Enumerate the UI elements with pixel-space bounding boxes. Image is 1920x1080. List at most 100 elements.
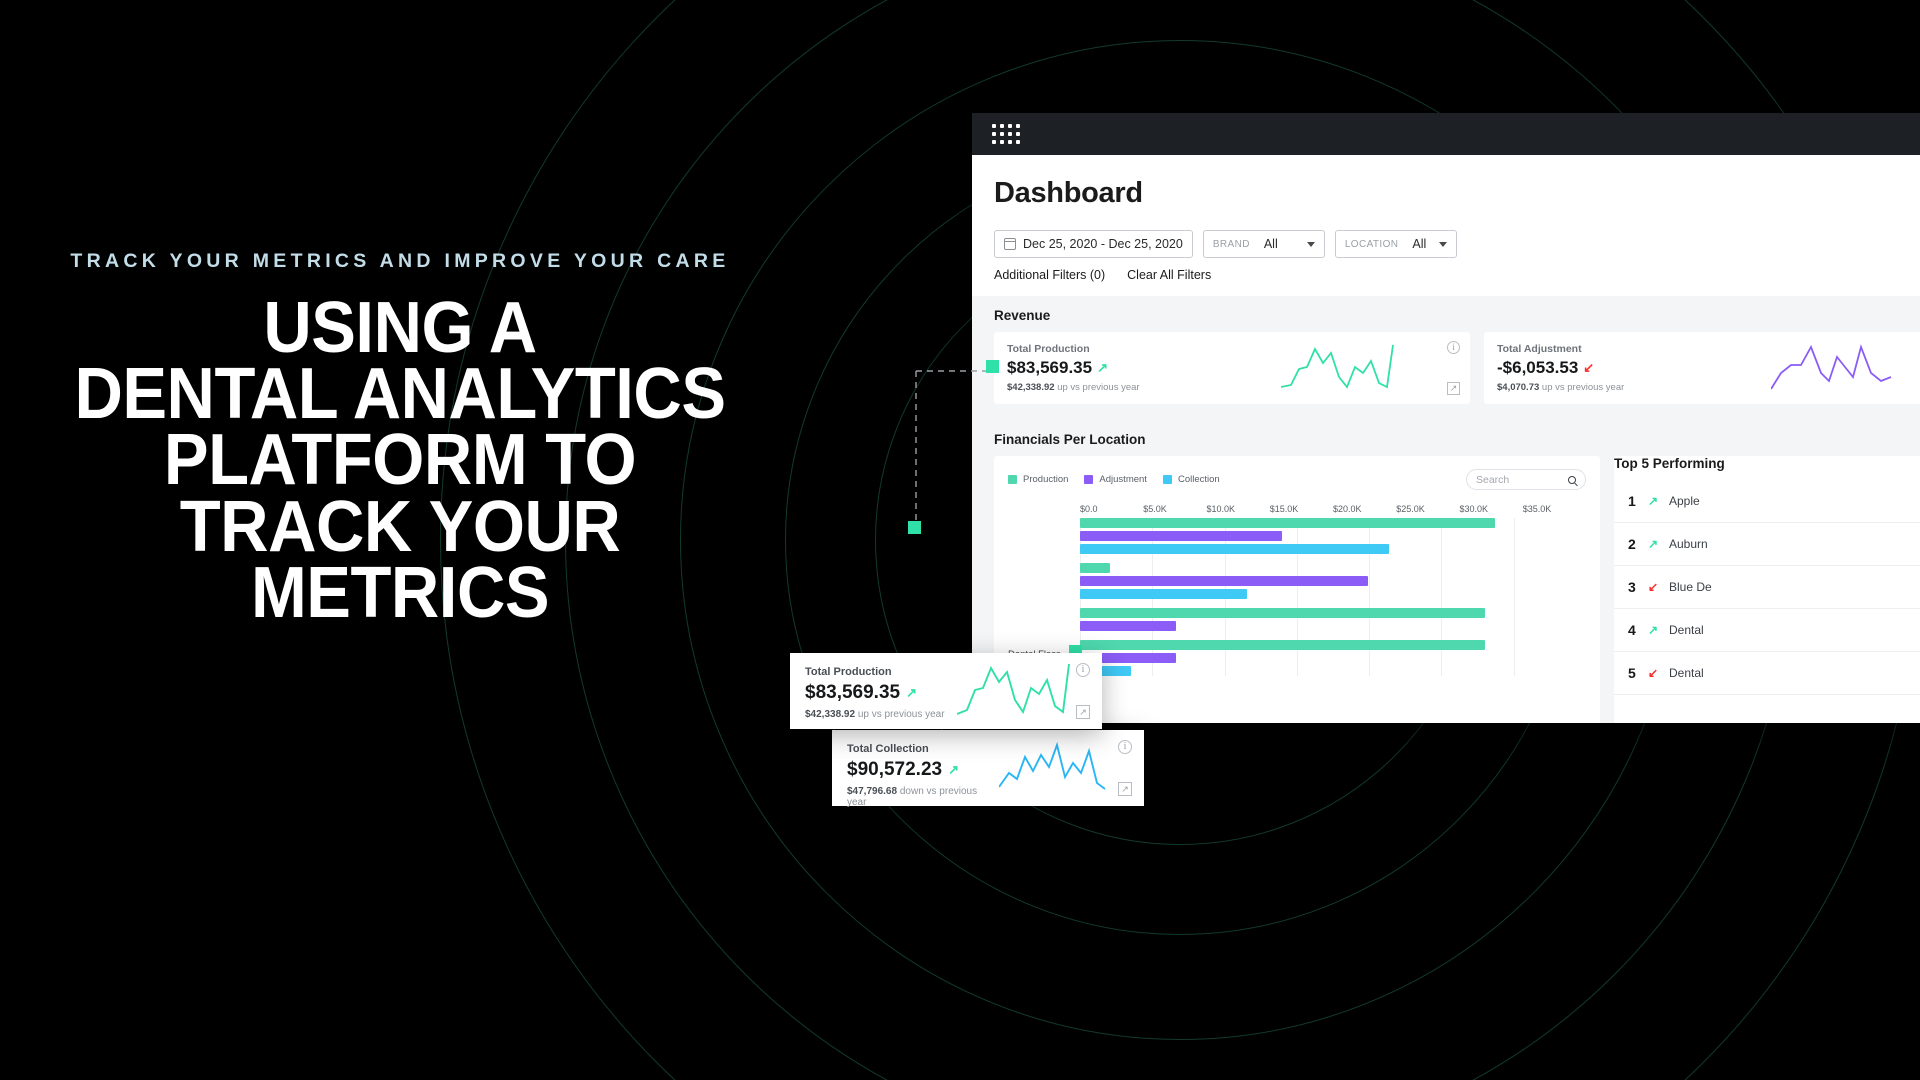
bar-group[interactable]	[1080, 563, 1586, 599]
trend-down-icon: ↙	[1648, 580, 1659, 594]
axis-tick: $20.0K	[1333, 504, 1362, 514]
rank: 5	[1628, 665, 1636, 681]
page-title: USING A DENTAL ANALYTICS PLATFORM TO TRA…	[28, 288, 772, 633]
sparkline-production	[1167, 343, 1457, 393]
legend-item-adjustment[interactable]: Adjustment	[1084, 474, 1147, 485]
floating-card-delta-value: $47,796.68	[847, 786, 898, 797]
financials-section-title: Financials Per Location	[994, 432, 1146, 447]
trend-up-icon: ↗	[1648, 494, 1659, 508]
kpi-card-total-adjustment[interactable]: Total Adjustment -$6,053.53 ↙ $4,070.73 …	[1484, 332, 1920, 404]
axis-tick: $10.0K	[1206, 504, 1236, 514]
trend-up-icon: ↗	[906, 685, 917, 700]
rank: 1	[1628, 493, 1636, 509]
headline-line-1: USING A	[263, 288, 537, 368]
date-range-value: Dec 25, 2020 - Dec 25, 2020	[1023, 237, 1183, 251]
floating-card-delta: $47,796.68 down vs previous year	[847, 786, 999, 808]
list-item[interactable]: 4 ↗ Dental	[1614, 609, 1920, 652]
info-icon[interactable]: i	[1447, 341, 1460, 354]
floating-card-total-production[interactable]: Total Production $83,569.35 ↗ $42,338.92…	[790, 653, 1102, 729]
brand-filter-value: All	[1263, 237, 1278, 251]
bar-group[interactable]	[1080, 608, 1586, 631]
calendar-icon	[1003, 238, 1017, 250]
list-item[interactable]: 3 ↙ Blue De	[1614, 566, 1920, 609]
bar-collection	[1080, 589, 1247, 599]
bar-collection	[1080, 544, 1389, 554]
additional-filters-link[interactable]: Additional Filters (0)	[994, 268, 1105, 282]
floating-card-text: Total Collection $90,572.23 ↗ $47,796.68…	[847, 743, 999, 808]
bar-adjustment	[1080, 621, 1177, 631]
trend-up-icon: ↗	[1097, 360, 1108, 375]
kpi-value-row: $83,569.35 ↗	[1007, 358, 1167, 378]
kpi-text: Total Adjustment -$6,053.53 ↙ $4,070.73 …	[1497, 343, 1657, 393]
eyebrow-text: TRACK YOUR METRICS AND IMPROVE YOUR CARE	[70, 250, 730, 272]
legend-label: Production	[1023, 474, 1069, 485]
location-filter[interactable]: LOCATION All	[1334, 230, 1457, 258]
info-icon[interactable]: i	[1076, 663, 1090, 677]
kpi-delta-value: $42,338.92	[1007, 382, 1055, 393]
bar-group-dental-floss[interactable]: Dental Floss	[1008, 640, 1586, 676]
location-name: Blue De	[1669, 580, 1712, 594]
anchor-marker	[986, 360, 999, 373]
expand-icon[interactable]: ↗	[1447, 382, 1460, 395]
grid-dots-icon[interactable]	[992, 124, 1020, 144]
filter-links: Additional Filters (0) Clear All Filters	[972, 258, 1920, 282]
bar-production	[1080, 563, 1111, 573]
location-filter-label: LOCATION	[1344, 238, 1399, 250]
kpi-value: -$6,053.53	[1497, 358, 1579, 377]
trend-up-icon: ↗	[1648, 623, 1659, 637]
kpi-delta: $4,070.73 up vs previous year	[1497, 382, 1657, 393]
search-input[interactable]: Search	[1466, 469, 1586, 490]
dashboard-window: Dashboard Dec 25, 2020 - Dec 25, 2020 BR…	[972, 113, 1920, 723]
bar-production	[1080, 608, 1485, 618]
kpi-label: Total Production	[1007, 343, 1090, 355]
floating-card-delta: $42,338.92 up vs previous year	[805, 709, 957, 720]
legend-item-production[interactable]: Production	[1008, 474, 1068, 485]
floating-card-value: $83,569.35	[805, 682, 901, 703]
location-name: Auburn	[1669, 537, 1708, 551]
list-item[interactable]: 5 ↙ Dental	[1614, 652, 1920, 695]
kpi-delta-text: up vs previous year	[1057, 382, 1140, 393]
list-item[interactable]: 1 ↗ Apple	[1614, 480, 1920, 523]
brand-filter-label: BRAND	[1212, 238, 1250, 250]
legend-swatch	[1084, 475, 1094, 484]
legend-label: Collection	[1177, 474, 1220, 485]
floating-card-value: $90,572.23	[847, 759, 943, 780]
headline-line-2: DENTAL ANALYTICS	[74, 354, 726, 435]
kpi-text: Total Production $83,569.35 ↗ $42,338.92…	[1007, 343, 1167, 393]
floating-card-value-row: $83,569.35 ↗	[805, 682, 957, 704]
expand-icon[interactable]: ↗	[1076, 705, 1090, 719]
date-range-picker[interactable]: Dec 25, 2020 - Dec 25, 2020	[994, 230, 1193, 258]
location-name: Dental	[1669, 666, 1704, 680]
chevron-down-icon	[1306, 241, 1315, 247]
bar-production	[1080, 640, 1485, 650]
axis-tick: $15.0K	[1269, 504, 1299, 514]
axis-tick: $5.0K	[1143, 504, 1167, 514]
financials-header: Financials Per Location ⋯	[994, 432, 1920, 447]
expand-icon[interactable]: ↗	[1118, 782, 1132, 796]
kpi-card-total-production[interactable]: Total Production $83,569.35 ↗ $42,338.92…	[994, 332, 1470, 404]
floating-card-label: Total Production	[805, 666, 892, 678]
floating-card-label: Total Collection	[847, 743, 929, 755]
headline-line-5: METRICS	[250, 552, 550, 633]
clear-all-filters-link[interactable]: Clear All Filters	[1127, 268, 1211, 282]
rank: 4	[1628, 622, 1636, 638]
bar-group[interactable]	[1080, 518, 1586, 554]
legend-swatch	[1162, 475, 1172, 484]
trend-up-icon: ↗	[1648, 537, 1659, 551]
headline-line-3: PLATFORM TO	[163, 420, 637, 501]
floating-card-total-collection[interactable]: Total Collection $90,572.23 ↗ $47,796.68…	[832, 730, 1144, 808]
rank: 2	[1628, 536, 1636, 552]
top5-performing-panel: Top 5 Performing 1 ↗ Apple 2 ↗ Auburn 3 …	[1614, 456, 1920, 723]
bar-adjustment	[1080, 531, 1283, 541]
search-placeholder: Search	[1476, 473, 1510, 486]
info-icon[interactable]: i	[1118, 740, 1132, 754]
list-item[interactable]: 2 ↗ Auburn	[1614, 523, 1920, 566]
dashboard-title: Dashboard	[994, 177, 1143, 209]
promo-graphic: TRACK YOUR METRICS AND IMPROVE YOUR CARE…	[0, 0, 1920, 1080]
location-name: Apple	[1669, 494, 1700, 508]
chart-legend: Production Adjustment Collection Search	[1008, 469, 1586, 490]
brand-filter[interactable]: BRAND All	[1202, 230, 1325, 258]
legend-item-collection[interactable]: Collection	[1162, 474, 1220, 485]
floating-card-text: Total Production $83,569.35 ↗ $42,338.92…	[805, 666, 957, 720]
trend-down-icon: ↙	[1648, 666, 1659, 680]
